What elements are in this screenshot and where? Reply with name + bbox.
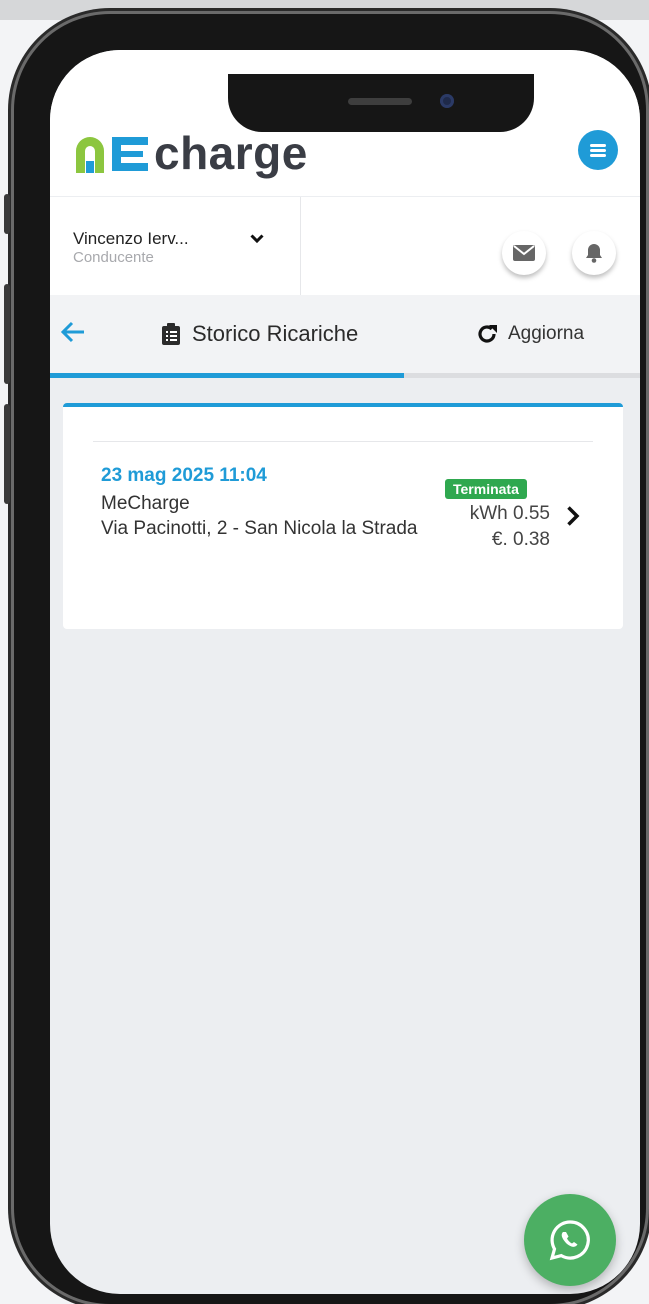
refresh-button[interactable]: Aggiorna	[478, 323, 584, 345]
charge-address: Via Pacinotti, 2 - San Nicola la Strada	[101, 518, 418, 539]
charge-company: MeCharge	[101, 493, 190, 514]
notifications-button[interactable]	[572, 231, 616, 275]
charge-date: 23 mag 2025 11:04	[101, 465, 267, 486]
page-title-text: Storico Ricariche	[192, 321, 359, 346]
menu-button[interactable]	[578, 130, 618, 170]
envelope-icon	[513, 245, 535, 261]
logo-text: charge	[154, 127, 308, 179]
chevron-right-icon[interactable]	[566, 505, 580, 527]
speaker-grille	[348, 98, 412, 105]
page-title: Storico Ricariche	[162, 321, 358, 347]
phone-side-button	[4, 404, 10, 504]
user-role: Conducente	[73, 249, 154, 266]
charge-price: €. 0.38	[491, 529, 550, 550]
chevron-down-icon	[250, 234, 264, 244]
charge-card[interactable]: 23 mag 2025 11:04 MeCharge Via Pacinotti…	[63, 403, 623, 629]
user-name: Vincenzo Ierv...	[73, 229, 189, 248]
tab-bar: Storico Ricariche Aggiorna	[50, 295, 640, 377]
phone-side-button	[4, 284, 10, 384]
phone-screen: charge Vincenzo Ierv... Conducente Stori…	[50, 50, 640, 1294]
bell-icon	[586, 244, 602, 263]
phone-frame: charge Vincenzo Ierv... Conducente Stori…	[4, 14, 646, 1304]
progress-bar	[50, 373, 640, 378]
arrow-left-icon[interactable]	[60, 321, 86, 343]
refresh-label: Aggiorna	[508, 323, 585, 344]
redo-icon	[478, 325, 497, 343]
clipboard-list-icon	[162, 323, 180, 345]
phone-side-button	[4, 194, 10, 234]
phone-notch	[228, 74, 534, 132]
hamburger-icon	[590, 142, 606, 159]
user-selector[interactable]: Vincenzo Ierv... Conducente	[50, 197, 301, 295]
whatsapp-button[interactable]	[524, 1194, 616, 1286]
status-badge: Terminata	[445, 479, 527, 499]
user-row: Vincenzo Ierv... Conducente	[50, 196, 640, 296]
logo-mark-icon	[76, 137, 148, 173]
front-camera	[440, 94, 454, 108]
app-logo[interactable]: charge	[72, 130, 308, 176]
messages-button[interactable]	[502, 231, 546, 275]
whatsapp-icon	[549, 1220, 590, 1261]
charge-energy: kWh 0.55	[469, 503, 550, 524]
progress-bar-fill	[50, 373, 404, 378]
card-divider	[93, 441, 593, 442]
